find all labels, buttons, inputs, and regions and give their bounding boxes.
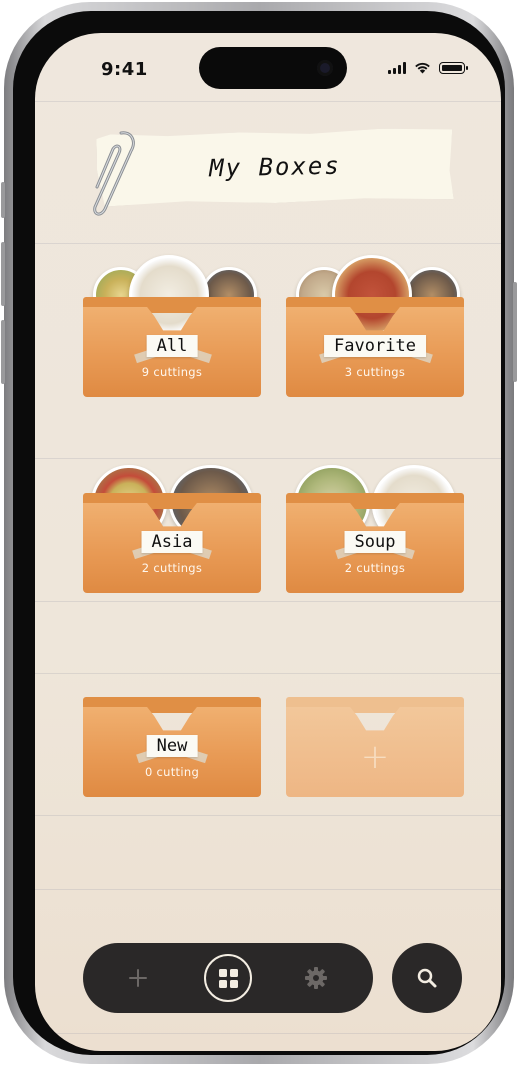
box-label: Asia — [141, 531, 203, 553]
box-count: 2 cuttings — [344, 561, 406, 575]
tab-boxes[interactable] — [193, 943, 263, 1013]
search-button[interactable] — [392, 943, 462, 1013]
add-box-button[interactable]: + — [286, 697, 464, 797]
battery-icon — [439, 62, 468, 74]
box-count: 3 cuttings — [344, 365, 406, 379]
box-new[interactable]: New 0 cutting — [83, 697, 261, 797]
status-icons — [388, 61, 468, 74]
box-label: Soup — [344, 531, 406, 553]
box-label: New — [146, 735, 198, 757]
box-soup[interactable]: Soup 2 cuttings — [286, 465, 464, 593]
search-icon — [417, 968, 437, 988]
wifi-icon — [415, 62, 430, 74]
box-count: 2 cuttings — [141, 561, 203, 575]
box-favorite[interactable]: Favorite 3 cuttings — [286, 255, 464, 397]
bezel: 9:41 My Boxes All 9 cuttings Favorite 3 … — [13, 11, 505, 1055]
box-count: 0 cutting — [144, 765, 200, 779]
paperclip-icon — [93, 131, 135, 216]
plus-icon — [129, 969, 147, 987]
tab-settings[interactable] — [281, 943, 351, 1013]
tab-add[interactable] — [103, 943, 173, 1013]
status-time: 9:41 — [101, 59, 148, 80]
tab-bar — [83, 943, 373, 1013]
grid-icon — [218, 968, 238, 988]
page-title: My Boxes — [208, 151, 342, 183]
volume-down-button — [1, 320, 5, 384]
volume-up-button — [1, 242, 5, 306]
tab-boxes-active — [204, 954, 252, 1002]
box-asia[interactable]: Asia 2 cuttings — [83, 465, 261, 593]
box-label: Favorite — [324, 335, 426, 357]
gear-icon — [305, 967, 327, 989]
box-all[interactable]: All 9 cuttings — [83, 255, 261, 397]
power-button — [513, 282, 517, 382]
camera-icon — [317, 60, 333, 76]
phone-frame: 9:41 My Boxes All 9 cuttings Favorite 3 … — [1, 2, 517, 1064]
action-button — [1, 182, 5, 218]
cellular-signal-icon — [388, 62, 406, 74]
box-label: All — [146, 335, 198, 357]
dynamic-island — [199, 47, 347, 89]
plus-icon: + — [360, 737, 390, 777]
box-count: 9 cuttings — [141, 365, 203, 379]
screen: 9:41 My Boxes All 9 cuttings Favorite 3 … — [35, 33, 501, 1051]
